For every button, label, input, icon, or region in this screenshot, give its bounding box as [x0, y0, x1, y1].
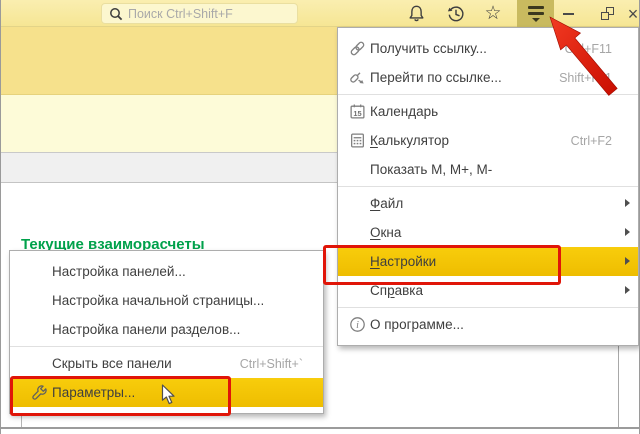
submenu-arrow-icon [625, 199, 630, 207]
menu-item-sections-panel-settings[interactable]: Настройка панели разделов... [10, 315, 323, 344]
close-icon: × [628, 5, 639, 23]
svg-text:i: i [356, 320, 359, 331]
menu-item-hide-all-panels[interactable]: Скрыть все панели Ctrl+Shift+` [10, 349, 323, 378]
history-icon [446, 4, 466, 24]
menu-item-label: Сп [370, 283, 387, 298]
menu-separator [338, 307, 638, 308]
svg-text:15: 15 [353, 109, 361, 118]
menu-item-label: Скрыть все панели [52, 356, 172, 371]
titlebar: Поиск Ctrl+Shift+F ☆ × [1, 0, 640, 27]
menu-item-label: Настройка панели разделов... [52, 322, 240, 337]
calculator-icon [346, 126, 368, 155]
menu-item-calendar[interactable]: 15 Календарь [338, 97, 638, 126]
menu-shortcut: Ctrl+F2 [571, 134, 638, 148]
menu-item-help[interactable]: Справка [338, 276, 638, 305]
wrench-icon [28, 378, 50, 407]
submenu-arrow-icon [625, 257, 630, 265]
background-grid-line [618, 343, 619, 429]
background-grid-line [21, 412, 22, 428]
menu-item-get-link[interactable]: Получить ссылку... Ctrl+F11 [338, 34, 638, 63]
info-icon: i [346, 310, 368, 339]
calendar-icon: 15 [346, 97, 368, 126]
hamburger-menu-icon [528, 5, 544, 22]
menu-item-about[interactable]: i О программе... [338, 310, 638, 339]
menu-separator [338, 186, 638, 187]
menu-item-start-page-settings[interactable]: Настройка начальной страницы... [10, 286, 323, 315]
menu-item-label: Параметры... [52, 385, 135, 400]
main-menu-button[interactable] [517, 0, 554, 27]
menu-separator [338, 94, 638, 95]
menu-item-calculator[interactable]: Калькулятор Ctrl+F2 [338, 126, 638, 155]
menu-item-label: О программе... [370, 317, 464, 332]
restore-icon [601, 7, 614, 20]
menu-item-label: Получить ссылку... [370, 41, 487, 56]
history-button[interactable] [441, 0, 471, 27]
go-to-link-icon [346, 63, 368, 92]
search-placeholder: Поиск Ctrl+Shift+F [128, 7, 233, 21]
window-bottom-border [1, 427, 640, 429]
search-icon [109, 7, 123, 21]
star-icon: ☆ [484, 4, 501, 23]
close-button[interactable]: × [621, 0, 640, 27]
restore-button[interactable] [595, 0, 619, 27]
submenu-arrow-icon [625, 286, 630, 294]
link-icon [346, 34, 368, 63]
main-dropdown-menu: Получить ссылку... Ctrl+F11 Перейти по с… [337, 27, 639, 346]
menu-shortcut: Ctrl+F11 [565, 42, 638, 56]
menu-item-label: Настройка начальной страницы... [52, 293, 264, 308]
minimize-icon [563, 13, 574, 15]
bell-icon [407, 4, 426, 23]
menu-item-file[interactable]: Файл [338, 189, 638, 218]
menu-item-label: Настройка панелей... [52, 264, 186, 279]
search-input[interactable]: Поиск Ctrl+Shift+F [101, 3, 298, 24]
menu-shortcut: Ctrl+Shift+` [240, 357, 323, 371]
menu-item-label: Показать М, М+, М- [370, 162, 492, 177]
menu-item-show-memory[interactable]: Показать М, М+, М- [338, 155, 638, 184]
app-window: Текущие взаиморасчеты Поиск Ctrl+Shift+F… [0, 0, 640, 434]
menu-item-parameters[interactable]: Параметры... [10, 378, 323, 407]
minimize-button[interactable] [556, 0, 580, 27]
menu-item-go-to-link[interactable]: Перейти по ссылке... Shift+F11 [338, 63, 638, 92]
menu-item-label: Кален [370, 104, 408, 119]
menu-item-panel-settings[interactable]: Настройка панелей... [10, 257, 323, 286]
menu-item-label: Перейти по ссылке... [370, 70, 502, 85]
menu-separator [10, 346, 323, 347]
favorites-button[interactable]: ☆ [478, 0, 508, 27]
menu-shortcut: Shift+F11 [559, 71, 638, 85]
menu-item-windows[interactable]: Окна [338, 218, 638, 247]
menu-item-settings[interactable]: Настройки [338, 247, 638, 276]
submenu-arrow-icon [625, 228, 630, 236]
settings-submenu: Настройка панелей... Настройка начальной… [9, 250, 324, 414]
notifications-button[interactable] [401, 0, 431, 27]
